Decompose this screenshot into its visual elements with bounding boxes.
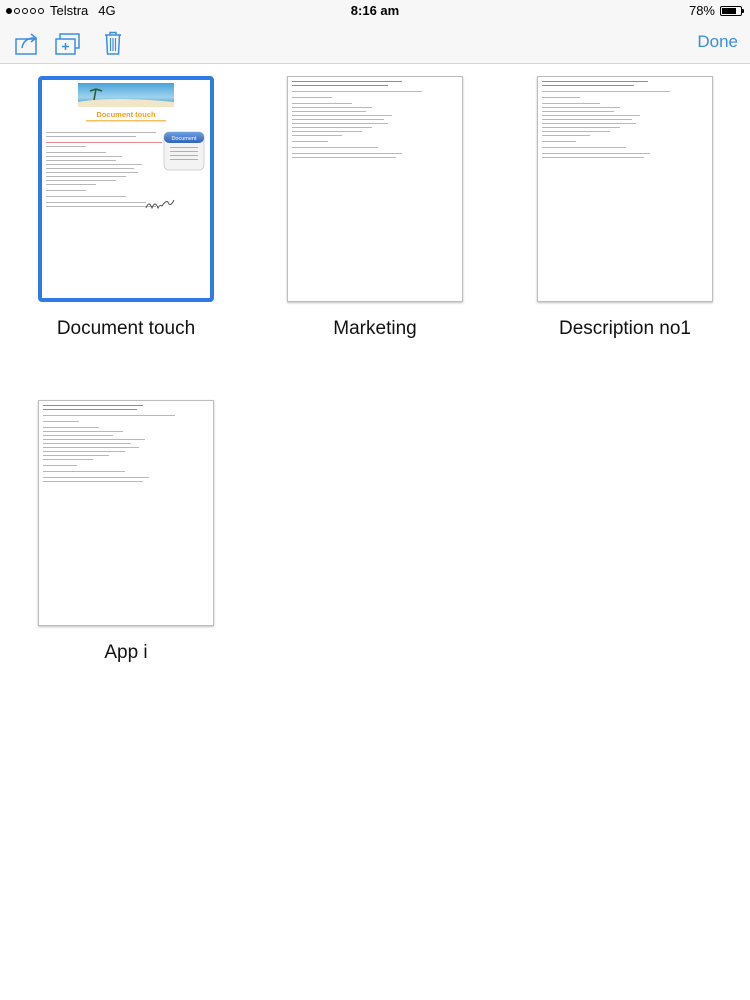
- document-thumbnail[interactable]: [287, 76, 463, 302]
- battery-icon: [720, 5, 744, 16]
- status-left: Telstra 4G: [6, 3, 116, 18]
- status-right: 78%: [688, 3, 744, 18]
- status-bar: Telstra 4G 8:16 am 78%: [0, 0, 750, 22]
- thumbnail-title: Document touch: [96, 110, 156, 119]
- thumbnail-preview: [292, 81, 422, 158]
- document-name[interactable]: Marketing: [247, 318, 503, 340]
- document-name[interactable]: App i: [0, 642, 254, 664]
- thumbnail-preview: [542, 81, 670, 158]
- thumbnail-preview: [43, 405, 175, 482]
- battery-fill: [722, 7, 737, 14]
- done-button[interactable]: Done: [697, 32, 738, 52]
- thumbnail-preview: Document touch Document: [46, 83, 205, 210]
- new-folder-icon[interactable]: [54, 30, 82, 56]
- document-thumbnail[interactable]: Document touch Document: [38, 76, 214, 302]
- thumbnail-badge: Document: [171, 136, 197, 142]
- battery-percent: 78%: [688, 3, 715, 18]
- document-name[interactable]: Document touch: [0, 318, 254, 340]
- document-thumbnail[interactable]: [38, 400, 214, 626]
- document-thumbnail[interactable]: [537, 76, 713, 302]
- network-label: 4G: [98, 3, 116, 18]
- toolbar: Done: [0, 22, 750, 64]
- signal-strength-icon: [6, 7, 44, 14]
- trash-icon[interactable]: [100, 30, 128, 56]
- document-name[interactable]: Description no1: [497, 318, 750, 340]
- share-icon[interactable]: [14, 30, 42, 56]
- carrier-label: Telstra: [50, 3, 89, 18]
